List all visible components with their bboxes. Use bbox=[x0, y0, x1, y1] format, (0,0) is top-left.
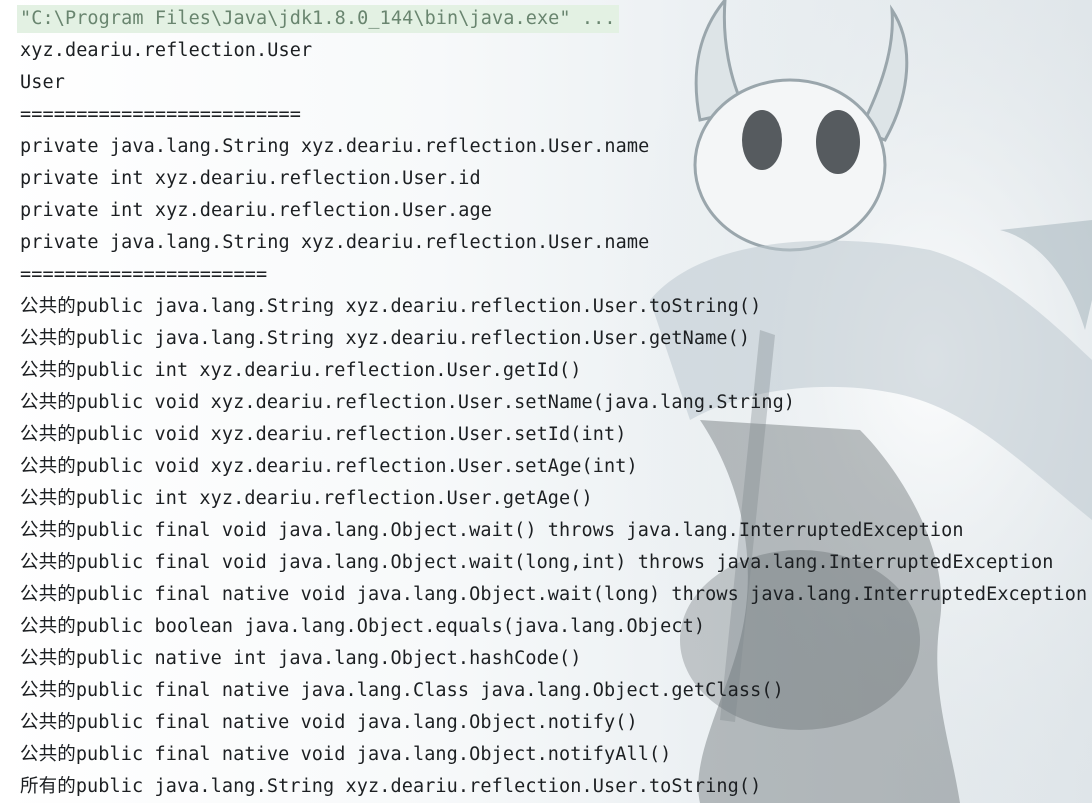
line-text: public native int java.lang.Object.hashC… bbox=[75, 648, 582, 669]
line-text: User bbox=[20, 72, 65, 93]
line-text: xyz.deariu.reflection.User bbox=[20, 40, 313, 61]
line-text: private int xyz.deariu.reflection.User.a… bbox=[20, 200, 492, 221]
line-text: public void xyz.deariu.reflection.User.s… bbox=[75, 392, 796, 413]
line-text: public int xyz.deariu.reflection.User.ge… bbox=[75, 488, 593, 509]
line-text: public final void java.lang.Object.wait(… bbox=[75, 552, 1054, 573]
line-text: public java.lang.String xyz.deariu.refle… bbox=[75, 328, 751, 349]
line-prefix: 公共的 bbox=[20, 424, 76, 445]
console-line: 公共的public native int java.lang.Object.ha… bbox=[20, 645, 582, 673]
line-text: private int xyz.deariu.reflection.User.i… bbox=[20, 168, 481, 189]
console-line: 公共的public final native void java.lang.Ob… bbox=[20, 741, 671, 769]
line-prefix: 公共的 bbox=[20, 648, 76, 669]
console-line: 所有的public java.lang.String xyz.deariu.re… bbox=[20, 773, 761, 801]
line-text: ========================= bbox=[20, 104, 301, 125]
line-text: public int xyz.deariu.reflection.User.ge… bbox=[75, 360, 582, 381]
line-prefix: 公共的 bbox=[20, 328, 76, 349]
line-prefix: 公共的 bbox=[20, 552, 76, 573]
line-text: public final native void java.lang.Objec… bbox=[75, 584, 1088, 605]
console-line: 公共的public void xyz.deariu.reflection.Use… bbox=[20, 421, 626, 449]
command-line[interactable]: "C:\Program Files\Java\jdk1.8.0_144\bin\… bbox=[17, 5, 619, 33]
line-text: ====================== bbox=[20, 264, 268, 285]
line-text: public final native void java.lang.Objec… bbox=[75, 744, 672, 765]
console-line: 公共的public final native java.lang.Class j… bbox=[20, 677, 784, 705]
line-prefix: 公共的 bbox=[20, 616, 76, 637]
console-output: "C:\Program Files\Java\jdk1.8.0_144\bin\… bbox=[0, 0, 1092, 803]
line-text: public final void java.lang.Object.wait(… bbox=[75, 520, 964, 541]
line-prefix: 公共的 bbox=[20, 296, 76, 317]
console-line: 公共的public final void java.lang.Object.wa… bbox=[20, 549, 1054, 577]
line-text: public java.lang.String xyz.deariu.refle… bbox=[75, 296, 762, 317]
console-line: 公共的public int xyz.deariu.reflection.User… bbox=[20, 357, 582, 385]
line-prefix: 公共的 bbox=[20, 680, 76, 701]
line-prefix: 公共的 bbox=[20, 744, 76, 765]
line-text: public final native java.lang.Class java… bbox=[75, 680, 784, 701]
line-text: public void xyz.deariu.reflection.User.s… bbox=[75, 456, 638, 477]
console-line: 公共的public java.lang.String xyz.deariu.re… bbox=[20, 293, 761, 321]
console-line: 公共的public final void java.lang.Object.wa… bbox=[20, 517, 964, 545]
console-line: private java.lang.String xyz.deariu.refl… bbox=[20, 133, 649, 161]
line-text: public java.lang.String xyz.deariu.refle… bbox=[75, 776, 762, 797]
line-text: public boolean java.lang.Object.equals(j… bbox=[75, 616, 706, 637]
console-line: private int xyz.deariu.reflection.User.i… bbox=[20, 165, 481, 193]
line-prefix: 公共的 bbox=[20, 392, 76, 413]
console-line: xyz.deariu.reflection.User bbox=[20, 37, 312, 65]
console-line: 公共的public boolean java.lang.Object.equal… bbox=[20, 613, 705, 641]
console-line: User bbox=[20, 69, 65, 97]
line-prefix: 公共的 bbox=[20, 488, 76, 509]
line-prefix: 公共的 bbox=[20, 360, 76, 381]
line-prefix: 所有的 bbox=[20, 776, 76, 797]
line-prefix: 公共的 bbox=[20, 456, 76, 477]
line-prefix: 公共的 bbox=[20, 520, 76, 541]
console-line: ====================== bbox=[20, 261, 267, 289]
console-line: ========================= bbox=[20, 101, 301, 129]
line-text: private java.lang.String xyz.deariu.refl… bbox=[20, 136, 650, 157]
console-line: 公共的public final native void java.lang.Ob… bbox=[20, 709, 638, 737]
line-prefix: 公共的 bbox=[20, 584, 76, 605]
console-line: 公共的public int xyz.deariu.reflection.User… bbox=[20, 485, 593, 513]
console-line: 公共的public java.lang.String xyz.deariu.re… bbox=[20, 325, 750, 353]
line-text: public void xyz.deariu.reflection.User.s… bbox=[75, 424, 627, 445]
line-prefix: 公共的 bbox=[20, 712, 76, 733]
line-text: private java.lang.String xyz.deariu.refl… bbox=[20, 232, 650, 253]
line-text: public final native void java.lang.Objec… bbox=[75, 712, 638, 733]
console-line: private int xyz.deariu.reflection.User.a… bbox=[20, 197, 492, 225]
console-line: 公共的public void xyz.deariu.reflection.Use… bbox=[20, 453, 638, 481]
console-line: private java.lang.String xyz.deariu.refl… bbox=[20, 229, 649, 257]
console-line: 公共的public void xyz.deariu.reflection.Use… bbox=[20, 389, 795, 417]
console-line: 公共的public final native void java.lang.Ob… bbox=[20, 581, 1087, 609]
